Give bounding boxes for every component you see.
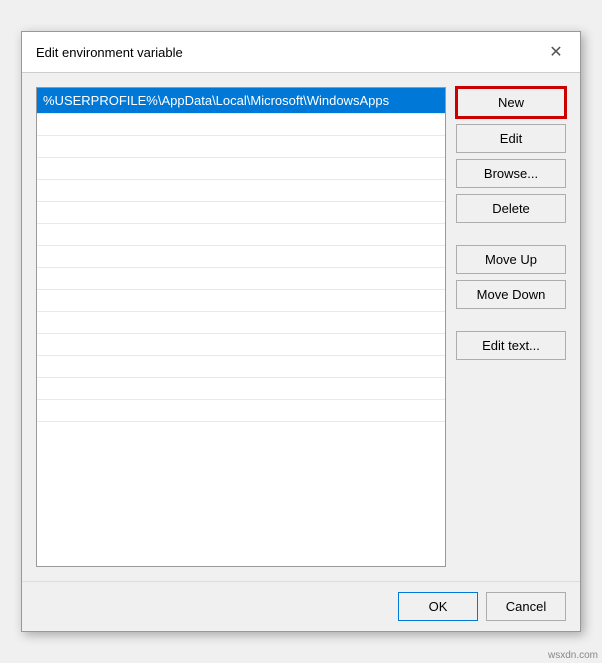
list-item[interactable] (37, 312, 445, 334)
list-item[interactable] (37, 224, 445, 246)
list-item[interactable] (37, 114, 445, 136)
browse-button[interactable]: Browse... (456, 159, 566, 188)
dialog-title: Edit environment variable (36, 45, 183, 60)
edit-env-var-dialog: Edit environment variable ✕ %USERPROFILE… (21, 31, 581, 632)
watermark: wsxdn.com (548, 650, 598, 661)
delete-button[interactable]: Delete (456, 194, 566, 223)
list-item[interactable] (37, 246, 445, 268)
spacer1 (456, 229, 566, 239)
title-bar: Edit environment variable ✕ (22, 32, 580, 73)
close-button[interactable]: ✕ (546, 42, 566, 62)
list-item[interactable] (37, 356, 445, 378)
dialog-footer: OK Cancel (22, 581, 580, 631)
list-item[interactable]: %USERPROFILE%\AppData\Local\Microsoft\Wi… (37, 88, 445, 114)
list-item[interactable] (37, 290, 445, 312)
list-item[interactable] (37, 378, 445, 400)
list-item[interactable] (37, 268, 445, 290)
list-item[interactable] (37, 180, 445, 202)
list-item[interactable] (37, 158, 445, 180)
move-down-button[interactable]: Move Down (456, 280, 566, 309)
edit-text-button[interactable]: Edit text... (456, 331, 566, 360)
list-item[interactable] (37, 136, 445, 158)
cancel-button[interactable]: Cancel (486, 592, 566, 621)
list-item[interactable] (37, 400, 445, 422)
ok-button[interactable]: OK (398, 592, 478, 621)
env-var-list[interactable]: %USERPROFILE%\AppData\Local\Microsoft\Wi… (36, 87, 446, 567)
new-button[interactable]: New (456, 87, 566, 118)
edit-button[interactable]: Edit (456, 124, 566, 153)
dialog-content: %USERPROFILE%\AppData\Local\Microsoft\Wi… (22, 73, 580, 581)
move-up-button[interactable]: Move Up (456, 245, 566, 274)
list-item[interactable] (37, 334, 445, 356)
spacer2 (456, 315, 566, 325)
action-buttons: New Edit Browse... Delete Move Up Move D… (456, 87, 566, 567)
list-item[interactable] (37, 202, 445, 224)
